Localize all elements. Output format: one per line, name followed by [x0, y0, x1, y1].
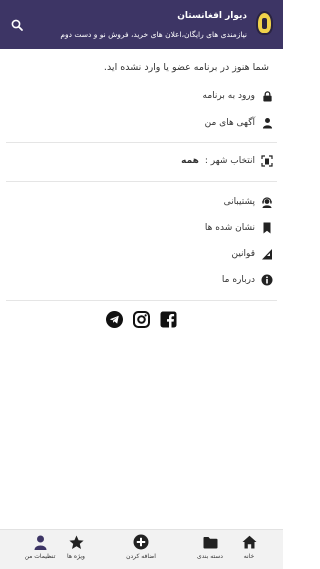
nav-settings-label: تنظیمات من: [24, 553, 56, 560]
app-subtitle: نیازمندی های رایگان،اعلان های خرید، فروش…: [60, 30, 247, 39]
city-label: انتخاب شهر :: [204, 156, 255, 166]
social-links: [106, 311, 177, 328]
nav-categories-label: دسته بندی: [197, 553, 223, 560]
bottom-navigation: خانه دسته بندی اضافه کردن ویژه ها تنظیما…: [0, 529, 283, 569]
city-icon: [261, 155, 273, 167]
menu-item-label: درباره ما: [221, 275, 255, 285]
nav-featured-label: ویژه ها: [67, 553, 85, 560]
menu-item-about[interactable]: درباره ما: [222, 271, 273, 289]
folder-icon: [202, 534, 218, 550]
menu-item-label: پشتیبانی: [223, 197, 255, 207]
app-header: دیوار افغانستان نیازمندی های رایگان،اعلا…: [0, 0, 283, 49]
instagram-icon[interactable]: [133, 311, 150, 328]
app-title: دیوار افغانستان: [177, 11, 247, 21]
nav-categories[interactable]: دسته بندی: [186, 534, 234, 560]
menu-item-login[interactable]: ورود به برنامه: [203, 87, 273, 105]
rules-icon: [261, 248, 273, 260]
menu-item-label: آگهی های من: [204, 118, 255, 128]
star-icon: [68, 534, 84, 550]
divider: [6, 300, 277, 301]
person-icon: [32, 534, 48, 550]
user-icon: [261, 117, 273, 129]
menu-item-my-ads[interactable]: آگهی های من: [205, 114, 273, 132]
support-agent-icon: [261, 196, 273, 208]
menu-item-label: نشان شده ها: [204, 223, 255, 233]
divider: [6, 181, 277, 182]
city-selector[interactable]: انتخاب شهر : همه: [181, 152, 273, 170]
divider: [6, 142, 277, 143]
city-value: همه: [181, 156, 199, 166]
search-icon[interactable]: [10, 18, 24, 32]
bookmark-icon: [261, 222, 273, 234]
nav-home-label: خانه: [243, 553, 255, 560]
menu-item-label: ورود به برنامه: [202, 91, 255, 101]
nav-settings[interactable]: تنظیمات من: [16, 534, 64, 560]
menu-item-bookmarks[interactable]: نشان شده ها: [205, 219, 273, 237]
lock-icon: [261, 90, 273, 102]
app-logo: [256, 11, 273, 35]
menu-item-support[interactable]: پشتیبانی: [224, 193, 273, 211]
nav-add[interactable]: اضافه کردن: [117, 534, 165, 560]
facebook-icon[interactable]: [160, 311, 177, 328]
add-circle-icon: [133, 534, 149, 550]
telegram-icon[interactable]: [106, 311, 123, 328]
info-icon: [261, 274, 273, 286]
login-notice: شما هنوز در برنامه عضو یا وارد نشده اید.: [103, 62, 269, 73]
home-icon: [241, 534, 257, 550]
menu-item-label: قوانین: [231, 249, 255, 259]
nav-add-label: اضافه کردن: [126, 553, 156, 560]
menu-item-rules[interactable]: قوانین: [231, 245, 273, 263]
